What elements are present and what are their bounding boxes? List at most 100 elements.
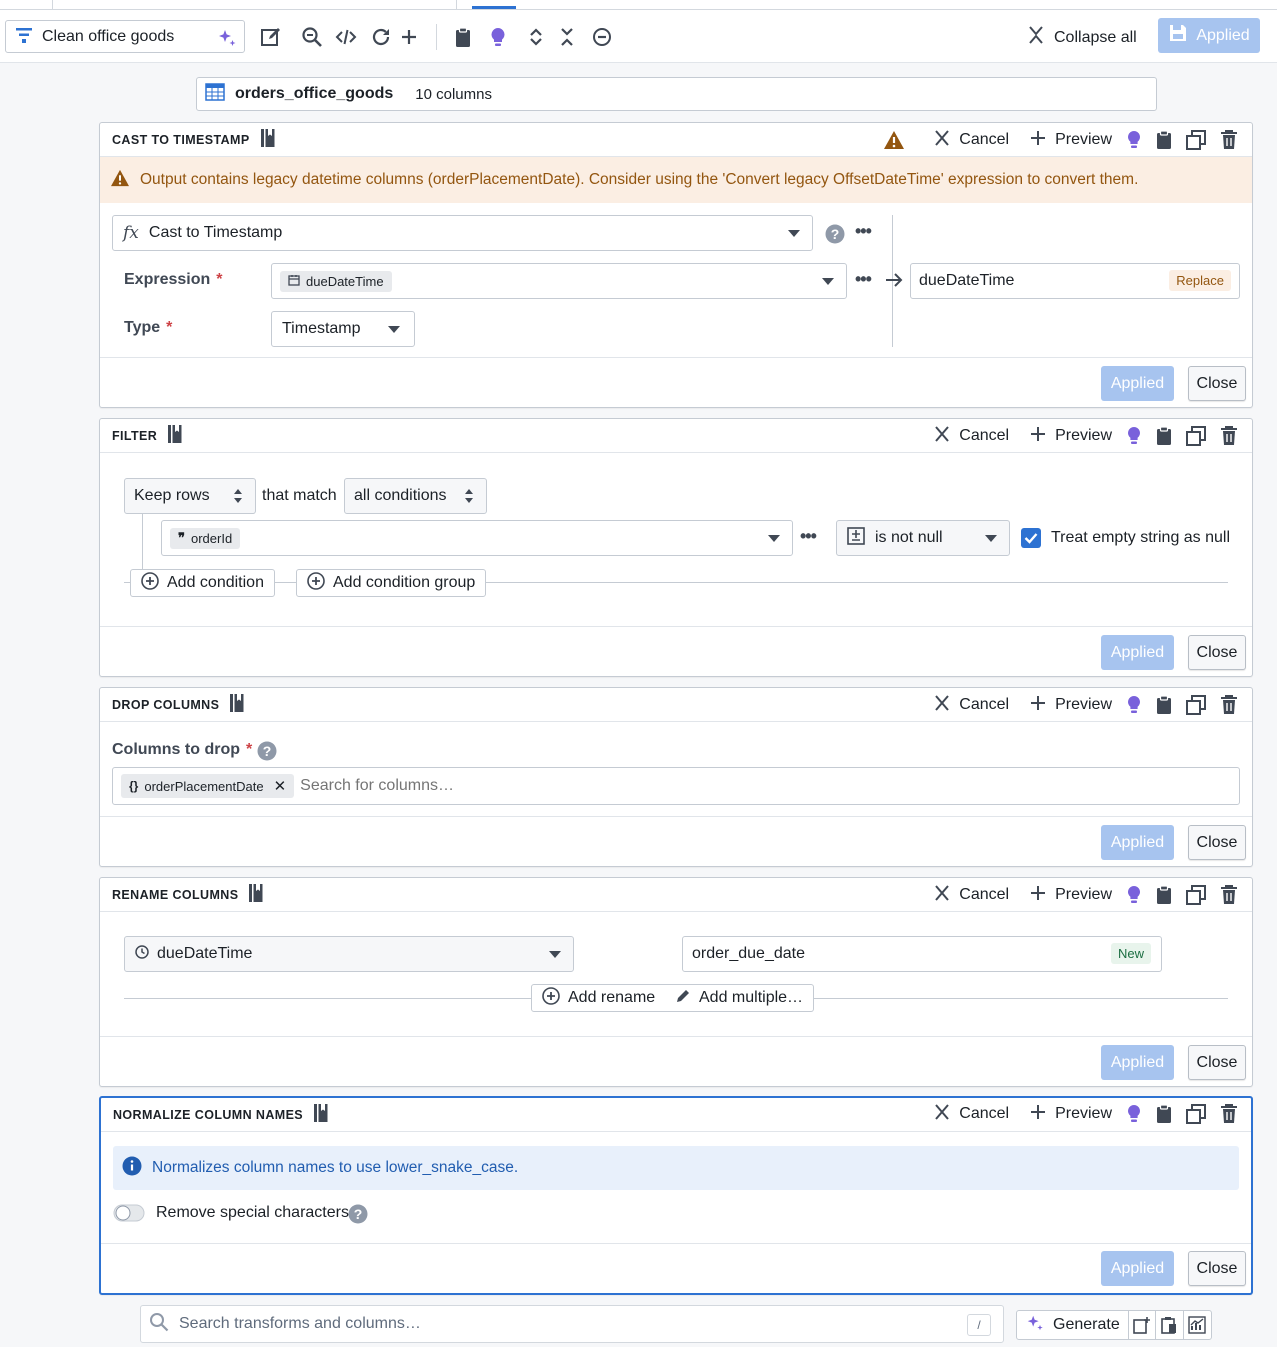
help-icon[interactable]: ? [825, 224, 845, 248]
condition-column-select[interactable]: ❞ orderId [161, 520, 793, 556]
duplicate-icon[interactable] [1186, 130, 1206, 150]
type-select[interactable]: Timestamp [271, 311, 415, 347]
output-column-input[interactable]: dueDateTime Replace [910, 263, 1240, 299]
lightbulb-icon[interactable] [487, 26, 509, 48]
cancel-button[interactable]: Cancel [935, 129, 1009, 152]
chevron-down-icon [549, 951, 561, 958]
trash-icon[interactable] [1220, 1104, 1238, 1124]
treat-empty-checkbox[interactable] [1021, 528, 1041, 552]
edit-icon[interactable] [260, 26, 282, 48]
close-button[interactable]: Close [1188, 1251, 1246, 1286]
add-icon[interactable] [398, 26, 420, 48]
applied-button[interactable]: Applied [1101, 635, 1174, 670]
remove-tag-icon[interactable]: ✕ [274, 777, 287, 795]
columns-multiselect[interactable]: {} orderPlacementDate ✕ [112, 767, 1240, 805]
collapse-all-button[interactable]: Collapse all [1028, 25, 1137, 50]
close-button[interactable]: Close [1188, 825, 1246, 860]
transform-search-input[interactable] [179, 1315, 939, 1333]
book-icon[interactable] [167, 424, 183, 448]
cancel-button[interactable]: Cancel [935, 1103, 1009, 1126]
remove-special-characters-toggle[interactable] [113, 1203, 147, 1227]
duplicate-icon[interactable] [1186, 885, 1206, 905]
applied-button[interactable]: Applied [1101, 825, 1174, 860]
clipboard-icon[interactable] [1156, 130, 1172, 150]
lightbulb-icon[interactable] [1126, 695, 1142, 715]
trash-icon[interactable] [1220, 885, 1238, 905]
applied-button[interactable]: Applied [1101, 366, 1174, 401]
close-button[interactable]: Close [1188, 366, 1246, 401]
book-icon[interactable] [229, 693, 245, 717]
more-options-icon[interactable]: ••• [855, 269, 872, 290]
chart-icon[interactable] [1184, 1311, 1211, 1339]
add-column-icon[interactable] [1129, 1311, 1157, 1339]
code-icon[interactable] [335, 26, 357, 48]
duplicate-icon[interactable] [1186, 426, 1206, 446]
card-header[interactable]: FILTER Cancel Preview [100, 419, 1252, 453]
that-match-label: that match [262, 487, 337, 504]
rename-to-input[interactable]: order_due_date New [682, 936, 1162, 972]
card-header[interactable]: DROP COLUMNS Cancel Preview [100, 688, 1252, 722]
preview-button[interactable]: Preview [1031, 426, 1112, 446]
rename-from-select[interactable]: dueDateTime [124, 936, 574, 972]
keep-rows-select[interactable]: Keep rows [124, 478, 256, 514]
input-dataset[interactable]: orders_office_goods 10 columns [196, 77, 1157, 111]
more-options-icon[interactable]: ••• [800, 526, 817, 547]
search-zoom-icon[interactable] [301, 26, 323, 48]
book-icon[interactable] [313, 1103, 329, 1127]
add-condition-group-button[interactable]: Add condition group [296, 569, 487, 597]
more-options-icon[interactable]: ••• [855, 221, 872, 242]
lightbulb-icon[interactable] [1126, 885, 1142, 905]
trash-icon[interactable] [1220, 426, 1238, 446]
card-header[interactable]: CAST TO TIMESTAMP Cancel Preview [100, 123, 1252, 157]
paste-icon[interactable] [1156, 1311, 1184, 1339]
refresh-icon[interactable] [370, 26, 392, 48]
clipboard-icon[interactable] [1156, 426, 1172, 446]
add-condition-button[interactable]: Add condition [130, 569, 275, 597]
cancel-label: Cancel [959, 427, 1010, 444]
trash-icon[interactable] [1220, 130, 1238, 150]
card-header[interactable]: RENAME COLUMNS Cancel Preview [100, 878, 1252, 912]
preview-button[interactable]: Preview [1031, 695, 1112, 715]
pipeline-name-field[interactable]: Clean office goods [5, 20, 245, 53]
applied-button[interactable]: Applied [1101, 1251, 1174, 1286]
clipboard-icon[interactable] [452, 26, 474, 48]
lightbulb-icon[interactable] [1126, 426, 1142, 446]
duplicate-icon[interactable] [1186, 695, 1206, 715]
ai-sparkle-icon[interactable] [216, 27, 238, 53]
function-select[interactable]: fx Cast to Timestamp [112, 215, 813, 251]
disable-icon[interactable] [591, 26, 613, 48]
clipboard-icon[interactable] [1156, 695, 1172, 715]
cancel-button[interactable]: Cancel [935, 694, 1009, 717]
lightbulb-icon[interactable] [1126, 1104, 1142, 1124]
add-rename-button[interactable]: Add rename [531, 984, 667, 1012]
book-icon[interactable] [260, 128, 276, 152]
help-icon[interactable]: ? [348, 1204, 368, 1228]
clipboard-icon[interactable] [1156, 1104, 1172, 1124]
preview-button[interactable]: Preview [1031, 885, 1112, 905]
lightbulb-icon[interactable] [1126, 130, 1142, 150]
close-button[interactable]: Close [1188, 635, 1246, 670]
generate-button[interactable]: Generate [1017, 1311, 1129, 1339]
close-button[interactable]: Close [1188, 1045, 1246, 1080]
expression-select[interactable]: dueDateTime [271, 263, 847, 299]
duplicate-icon[interactable] [1186, 1104, 1206, 1124]
match-mode-select[interactable]: all conditions [344, 478, 487, 514]
trash-icon[interactable] [1220, 695, 1238, 715]
expand-icon[interactable] [525, 26, 547, 48]
cancel-button[interactable]: Cancel [935, 425, 1009, 448]
applied-all-button[interactable]: Applied [1158, 18, 1260, 53]
cancel-button[interactable]: Cancel [935, 884, 1009, 907]
collapse-icon[interactable] [556, 26, 578, 48]
card-header[interactable]: NORMALIZE COLUMN NAMES Cancel Preview [101, 1098, 1251, 1132]
preview-button[interactable]: Preview [1031, 1104, 1112, 1124]
column-search-input[interactable] [300, 777, 901, 795]
help-icon[interactable]: ? [257, 741, 277, 765]
transform-search-bar[interactable]: / [140, 1305, 1004, 1343]
add-multiple-button[interactable]: Add multiple… [665, 984, 815, 1012]
operator-select[interactable]: is not null [836, 520, 1010, 556]
applied-button[interactable]: Applied [1101, 1045, 1174, 1080]
collapse-icon [1028, 25, 1044, 50]
clipboard-icon[interactable] [1156, 885, 1172, 905]
preview-button[interactable]: Preview [1031, 130, 1112, 150]
book-icon[interactable] [248, 883, 264, 907]
